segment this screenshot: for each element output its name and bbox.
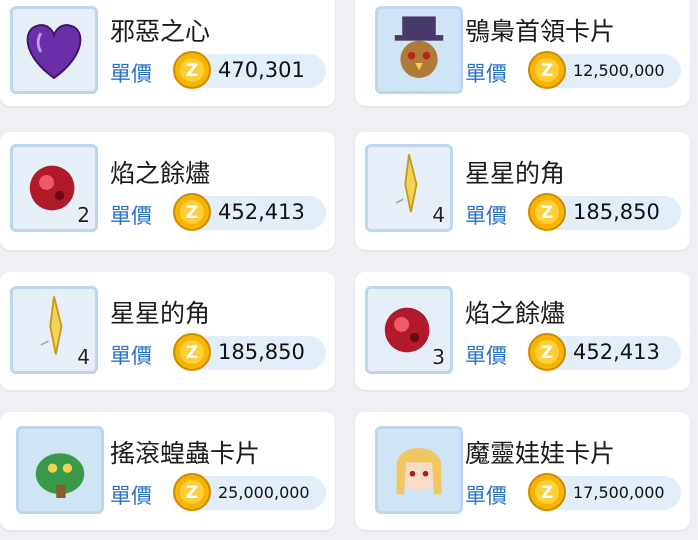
star-horn-icon: 4 bbox=[10, 286, 98, 374]
price-pill: Z 12,500,000 bbox=[528, 51, 681, 89]
star-horn-icon: 4 bbox=[365, 144, 453, 232]
zeny-coin-icon: Z bbox=[173, 473, 211, 511]
item-name: 魔靈娃娃卡片 bbox=[465, 439, 616, 468]
listing-card[interactable]: 邪惡之心 單價 Z 470,301 bbox=[0, 0, 335, 106]
svg-text:Z: Z bbox=[186, 483, 198, 503]
svg-text:Z: Z bbox=[541, 203, 553, 223]
marionette-card-icon bbox=[375, 426, 463, 514]
ember-orb-icon: 2 bbox=[10, 144, 98, 232]
item-quantity: 2 bbox=[77, 203, 90, 227]
zeny-coin-icon: Z bbox=[528, 193, 566, 231]
price-pill: Z 452,413 bbox=[173, 193, 326, 231]
price-pill: Z 17,500,000 bbox=[528, 473, 681, 511]
unit-price-label: 單價 bbox=[465, 62, 507, 86]
zeny-coin-icon: Z bbox=[528, 333, 566, 371]
item-price: 452,413 bbox=[573, 340, 660, 364]
item-price: 470,301 bbox=[218, 58, 305, 82]
listing-card[interactable]: 搖滾蝗蟲卡片 單價 Z 25,000,000 bbox=[0, 412, 335, 530]
zeny-coin-icon: Z bbox=[173, 333, 211, 371]
unit-price-label: 單價 bbox=[465, 204, 507, 228]
unit-price-label: 單價 bbox=[110, 344, 152, 368]
ember-orb-icon: 3 bbox=[365, 286, 453, 374]
svg-text:Z: Z bbox=[186, 343, 198, 363]
item-quantity: 3 bbox=[432, 345, 445, 369]
price-pill: Z 185,850 bbox=[528, 193, 681, 231]
zeny-coin-icon: Z bbox=[528, 51, 566, 89]
price-pill: Z 470,301 bbox=[173, 51, 326, 89]
svg-text:Z: Z bbox=[541, 61, 553, 81]
unit-price-label: 單價 bbox=[110, 204, 152, 228]
item-name: 焰之餘燼 bbox=[465, 299, 566, 328]
item-price: 12,500,000 bbox=[573, 61, 665, 80]
item-price: 17,500,000 bbox=[573, 483, 665, 502]
price-pill: Z 25,000,000 bbox=[173, 473, 326, 511]
price-pill: Z 185,850 bbox=[173, 333, 326, 371]
svg-text:Z: Z bbox=[541, 343, 553, 363]
unit-price-label: 單價 bbox=[465, 344, 507, 368]
item-name: 星星的角 bbox=[465, 159, 566, 188]
listing-card[interactable]: 4 星星的角 單價 Z 185,850 bbox=[0, 272, 335, 390]
item-name: 焰之餘燼 bbox=[110, 159, 211, 188]
zeny-coin-icon: Z bbox=[528, 473, 566, 511]
listing-card[interactable]: 3 焰之餘燼 單價 Z 452,413 bbox=[355, 272, 690, 390]
zeny-coin-icon: Z bbox=[173, 51, 211, 89]
unit-price-label: 單價 bbox=[110, 62, 152, 86]
listing-card[interactable]: 4 星星的角 單價 Z 185,850 bbox=[355, 132, 690, 250]
item-name: 鴞梟首領卡片 bbox=[465, 17, 616, 46]
svg-text:Z: Z bbox=[186, 203, 198, 223]
dark-heart-icon bbox=[10, 6, 98, 94]
item-price: 185,850 bbox=[218, 340, 305, 364]
listing-card[interactable]: 魔靈娃娃卡片 單價 Z 17,500,000 bbox=[355, 412, 690, 530]
owl-baron-card-icon bbox=[375, 6, 463, 94]
item-name: 邪惡之心 bbox=[110, 17, 211, 46]
listing-card[interactable]: 鴞梟首領卡片 單價 Z 12,500,000 bbox=[355, 0, 690, 106]
unit-price-label: 單價 bbox=[110, 484, 152, 508]
listing-card[interactable]: 2 焰之餘燼 單價 Z 452,413 bbox=[0, 132, 335, 250]
item-quantity: 4 bbox=[77, 345, 90, 369]
svg-text:Z: Z bbox=[541, 483, 553, 503]
item-price: 25,000,000 bbox=[218, 483, 310, 502]
item-quantity: 4 bbox=[432, 203, 445, 227]
item-name: 搖滾蝗蟲卡片 bbox=[110, 439, 261, 468]
item-price: 452,413 bbox=[218, 200, 305, 224]
svg-text:Z: Z bbox=[186, 61, 198, 81]
item-name: 星星的角 bbox=[110, 299, 211, 328]
unit-price-label: 單價 bbox=[465, 484, 507, 508]
rock-locust-card-icon bbox=[16, 426, 104, 514]
price-pill: Z 452,413 bbox=[528, 333, 681, 371]
zeny-coin-icon: Z bbox=[173, 193, 211, 231]
item-price: 185,850 bbox=[573, 200, 660, 224]
